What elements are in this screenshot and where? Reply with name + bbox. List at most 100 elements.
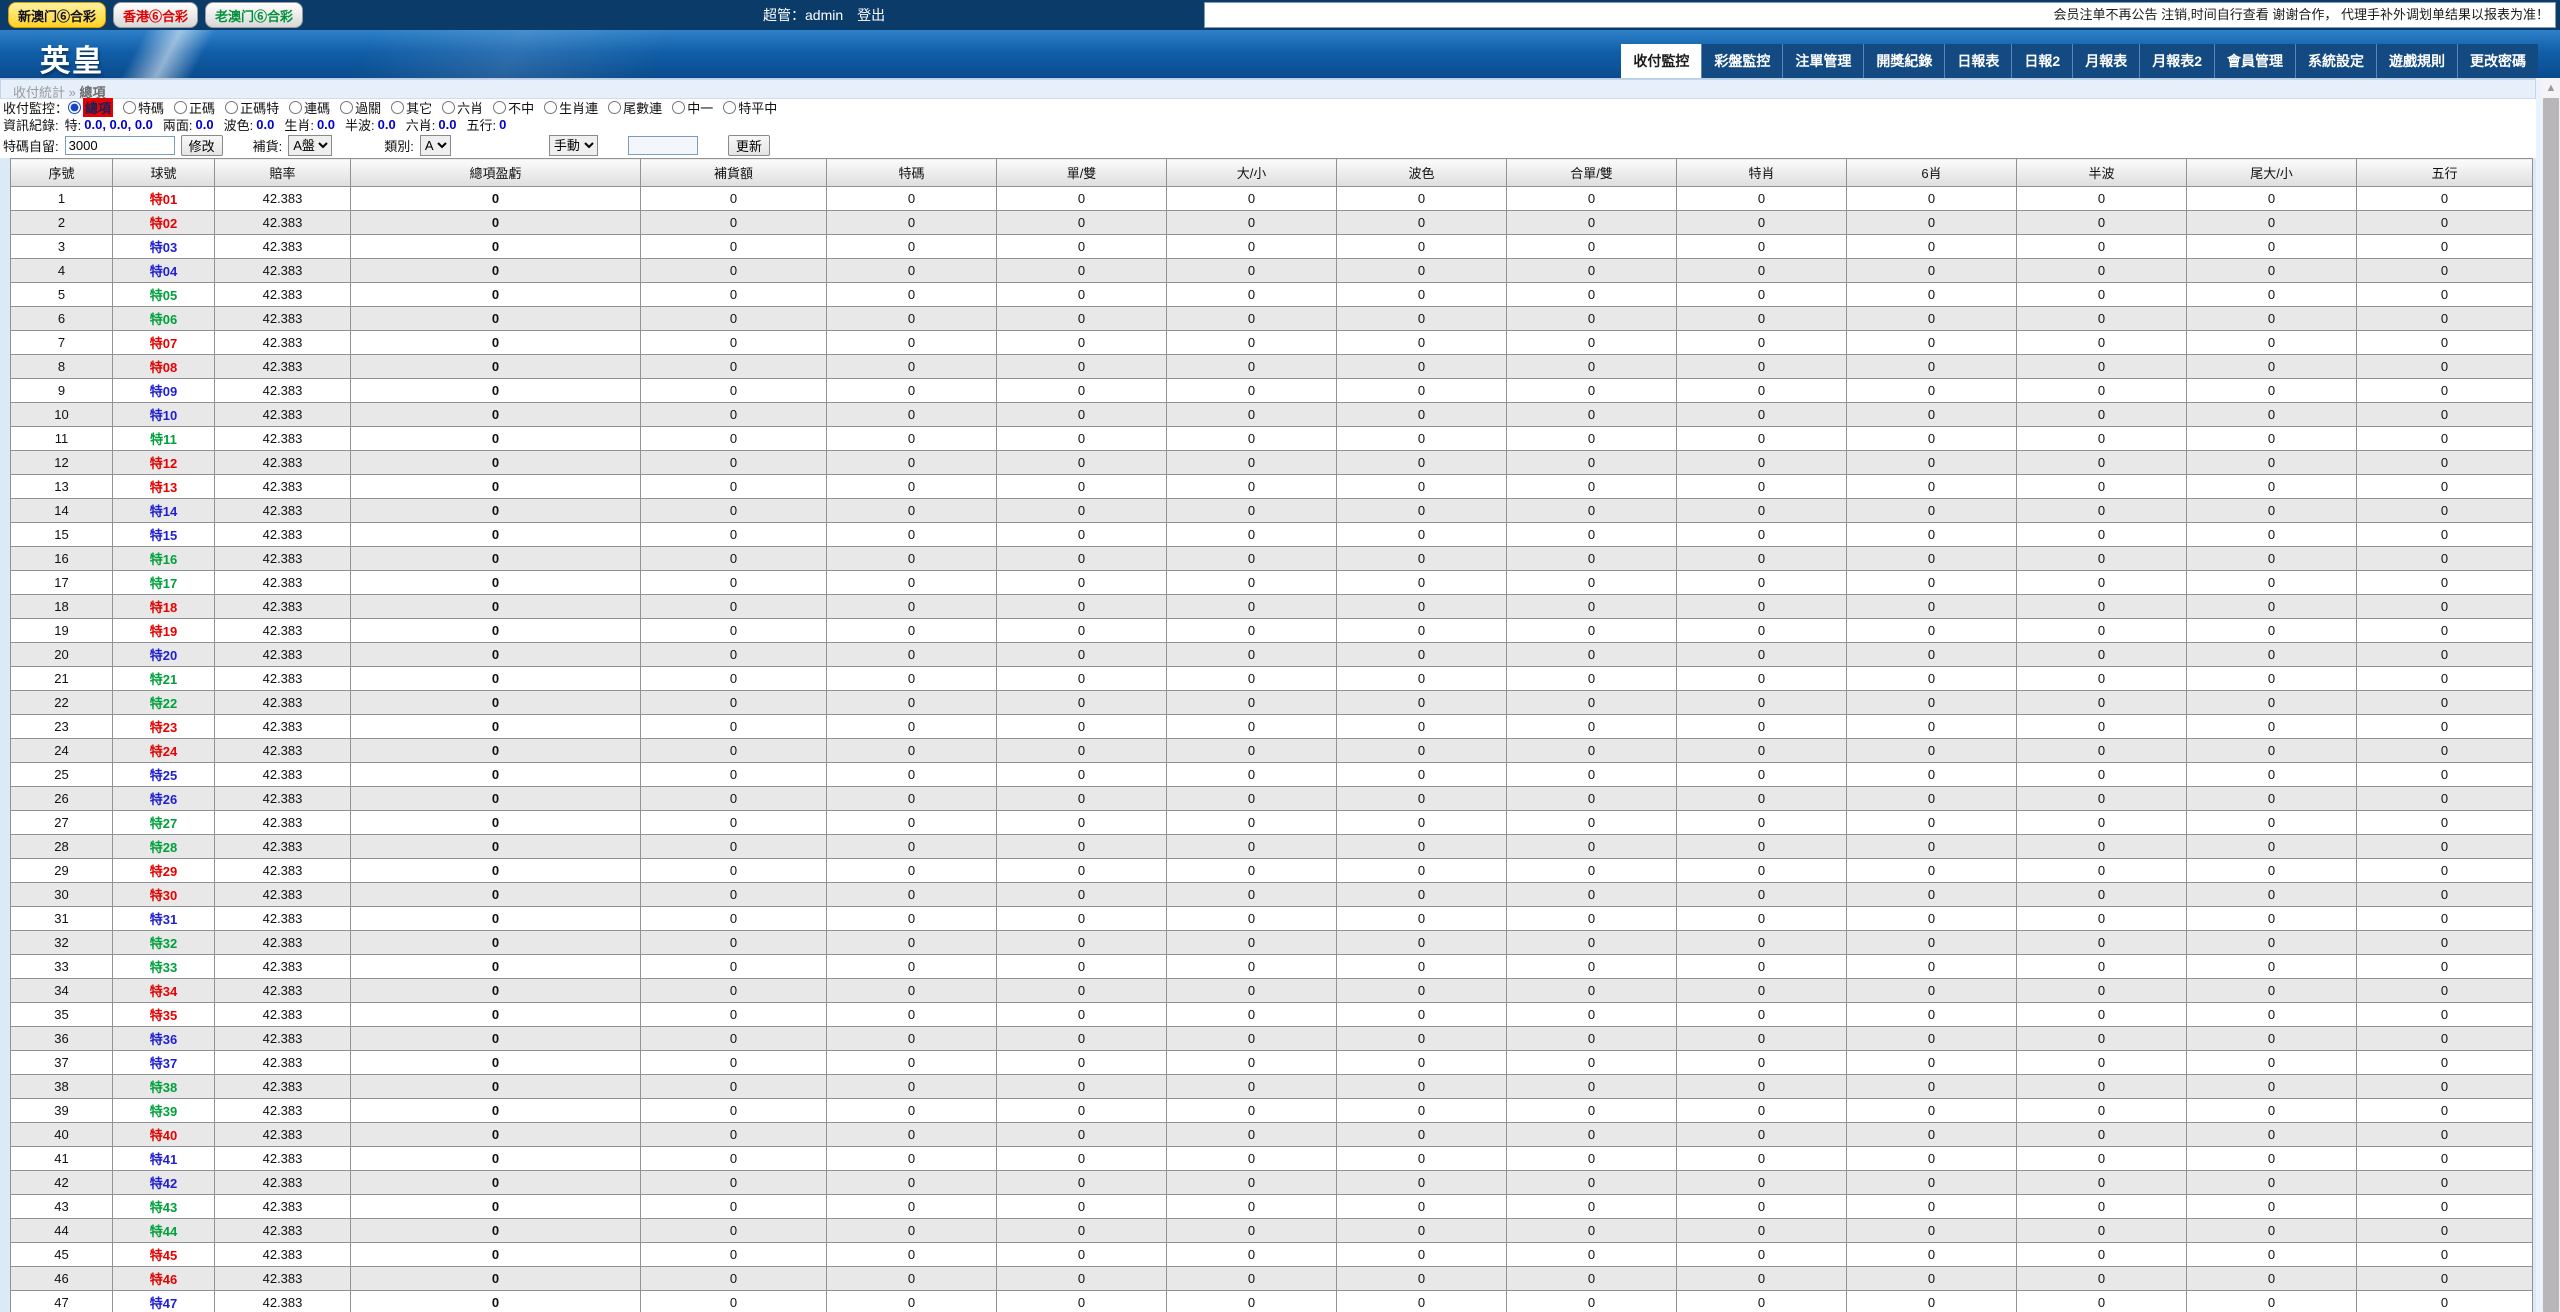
cell-五行: 0 bbox=[2357, 427, 2533, 451]
cell-大/小: 0 bbox=[1167, 667, 1337, 691]
paytype-radio[interactable] bbox=[174, 101, 187, 114]
paytype-radio[interactable] bbox=[672, 101, 685, 114]
cell-6肖: 0 bbox=[1847, 259, 2017, 283]
manual-amount-input[interactable] bbox=[628, 136, 698, 155]
paytype-option[interactable]: 尾數連 bbox=[608, 98, 662, 117]
cell-五行: 0 bbox=[2357, 403, 2533, 427]
tab-月報表2[interactable]: 月報表2 bbox=[2139, 44, 2214, 78]
tab-遊戲規則[interactable]: 遊戲規則 bbox=[2376, 44, 2457, 78]
tab-彩盤監控[interactable]: 彩盤監控 bbox=[1701, 44, 1782, 78]
cell-補貨額: 0 bbox=[641, 859, 827, 883]
cell-大/小: 0 bbox=[1167, 1219, 1337, 1243]
cell-特碼: 0 bbox=[827, 1219, 997, 1243]
vertical-scrollbar[interactable]: ▲ bbox=[2542, 78, 2560, 1312]
cell-合單/雙: 0 bbox=[1507, 595, 1677, 619]
cell-特肖: 0 bbox=[1677, 235, 1847, 259]
paytype-radio[interactable] bbox=[225, 101, 238, 114]
col-header-單/雙: 單/雙 bbox=[997, 159, 1167, 187]
cell-profit: 0 bbox=[351, 1291, 641, 1312]
category-select[interactable]: A bbox=[420, 135, 451, 156]
lottery-button[interactable]: 新澳门⑥合彩 bbox=[8, 2, 106, 28]
paytype-radio[interactable] bbox=[544, 101, 557, 114]
cell-特碼: 0 bbox=[827, 595, 997, 619]
tab-月報表[interactable]: 月報表 bbox=[2072, 44, 2139, 78]
scroll-up-icon[interactable]: ▲ bbox=[2542, 78, 2560, 98]
cell-單/雙: 0 bbox=[997, 1003, 1167, 1027]
paytype-radio[interactable] bbox=[289, 101, 302, 114]
cell-大/小: 0 bbox=[1167, 499, 1337, 523]
cell-特碼: 0 bbox=[827, 355, 997, 379]
paytype-option[interactable]: 特平中 bbox=[723, 98, 777, 117]
paytype-radio[interactable] bbox=[442, 101, 455, 114]
cell-大/小: 0 bbox=[1167, 235, 1337, 259]
cell-seq: 3 bbox=[11, 235, 113, 259]
tab-更改密碼[interactable]: 更改密碼 bbox=[2457, 44, 2538, 78]
paytype-radio[interactable] bbox=[340, 101, 353, 114]
paytype-radio[interactable] bbox=[123, 101, 136, 114]
tab-開獎紀錄[interactable]: 開獎紀錄 bbox=[1863, 44, 1944, 78]
cell-odds: 42.383 bbox=[215, 907, 351, 931]
cell-大/小: 0 bbox=[1167, 811, 1337, 835]
cell-半波: 0 bbox=[2017, 907, 2187, 931]
cell-單/雙: 0 bbox=[997, 1219, 1167, 1243]
cell-半波: 0 bbox=[2017, 235, 2187, 259]
cell-大/小: 0 bbox=[1167, 931, 1337, 955]
cell-補貨額: 0 bbox=[641, 1195, 827, 1219]
brand-logo: 英皇 bbox=[40, 36, 104, 78]
cell-ball: 特07 bbox=[113, 331, 215, 355]
cell-odds: 42.383 bbox=[215, 643, 351, 667]
mode-select[interactable]: 手動 bbox=[549, 135, 598, 156]
paytype-radio[interactable] bbox=[723, 101, 736, 114]
tab-注單管理[interactable]: 注單管理 bbox=[1782, 44, 1863, 78]
cell-五行: 0 bbox=[2357, 1075, 2533, 1099]
cell-波色: 0 bbox=[1337, 475, 1507, 499]
paytype-radio[interactable] bbox=[493, 101, 506, 114]
tab-收付監控[interactable]: 收付監控 bbox=[1621, 44, 1701, 78]
update-button[interactable]: 更新 bbox=[728, 135, 770, 156]
lottery-button[interactable]: 老澳门⑥合彩 bbox=[205, 2, 303, 28]
tab-日報表[interactable]: 日報表 bbox=[1944, 44, 2011, 78]
cell-特碼: 0 bbox=[827, 283, 997, 307]
cell-特肖: 0 bbox=[1677, 1171, 1847, 1195]
cell-大/小: 0 bbox=[1167, 1099, 1337, 1123]
scrollbar-thumb[interactable] bbox=[2543, 98, 2559, 1312]
cell-半波: 0 bbox=[2017, 331, 2187, 355]
cell-單/雙: 0 bbox=[997, 523, 1167, 547]
paytype-option[interactable]: 生肖連 bbox=[544, 98, 598, 117]
cell-odds: 42.383 bbox=[215, 595, 351, 619]
cell-補貨額: 0 bbox=[641, 211, 827, 235]
cell-6肖: 0 bbox=[1847, 1123, 2017, 1147]
cell-odds: 42.383 bbox=[215, 499, 351, 523]
cell-6肖: 0 bbox=[1847, 1051, 2017, 1075]
paytype-radio[interactable] bbox=[391, 101, 404, 114]
paytype-radio[interactable] bbox=[68, 101, 81, 114]
cell-補貨額: 0 bbox=[641, 547, 827, 571]
restock-select[interactable]: A盤 bbox=[288, 135, 332, 156]
cell-單/雙: 0 bbox=[997, 355, 1167, 379]
logout-link[interactable]: 登出 bbox=[857, 5, 885, 25]
retain-input[interactable] bbox=[65, 136, 175, 155]
cell-大/小: 0 bbox=[1167, 331, 1337, 355]
cell-seq: 44 bbox=[11, 1219, 113, 1243]
tab-日報2[interactable]: 日報2 bbox=[2011, 44, 2072, 78]
cell-波色: 0 bbox=[1337, 307, 1507, 331]
cell-尾大/小: 0 bbox=[2187, 1147, 2357, 1171]
lottery-button[interactable]: 香港⑥合彩 bbox=[113, 2, 198, 28]
cell-尾大/小: 0 bbox=[2187, 1027, 2357, 1051]
cell-6肖: 0 bbox=[1847, 1171, 2017, 1195]
cell-五行: 0 bbox=[2357, 1003, 2533, 1027]
table-row: 3特0342.383000000000000 bbox=[11, 235, 2533, 259]
tab-系統設定[interactable]: 系統設定 bbox=[2295, 44, 2376, 78]
cell-波色: 0 bbox=[1337, 571, 1507, 595]
cell-odds: 42.383 bbox=[215, 859, 351, 883]
admin-session: 超管：admin 登出 bbox=[763, 0, 885, 30]
cell-五行: 0 bbox=[2357, 859, 2533, 883]
cell-6肖: 0 bbox=[1847, 451, 2017, 475]
cell-大/小: 0 bbox=[1167, 283, 1337, 307]
tab-會員管理[interactable]: 會員管理 bbox=[2214, 44, 2295, 78]
paytype-option[interactable]: 中一 bbox=[672, 98, 713, 117]
cell-半波: 0 bbox=[2017, 835, 2187, 859]
modify-button[interactable]: 修改 bbox=[181, 135, 223, 156]
paytype-radio[interactable] bbox=[608, 101, 621, 114]
cell-半波: 0 bbox=[2017, 595, 2187, 619]
